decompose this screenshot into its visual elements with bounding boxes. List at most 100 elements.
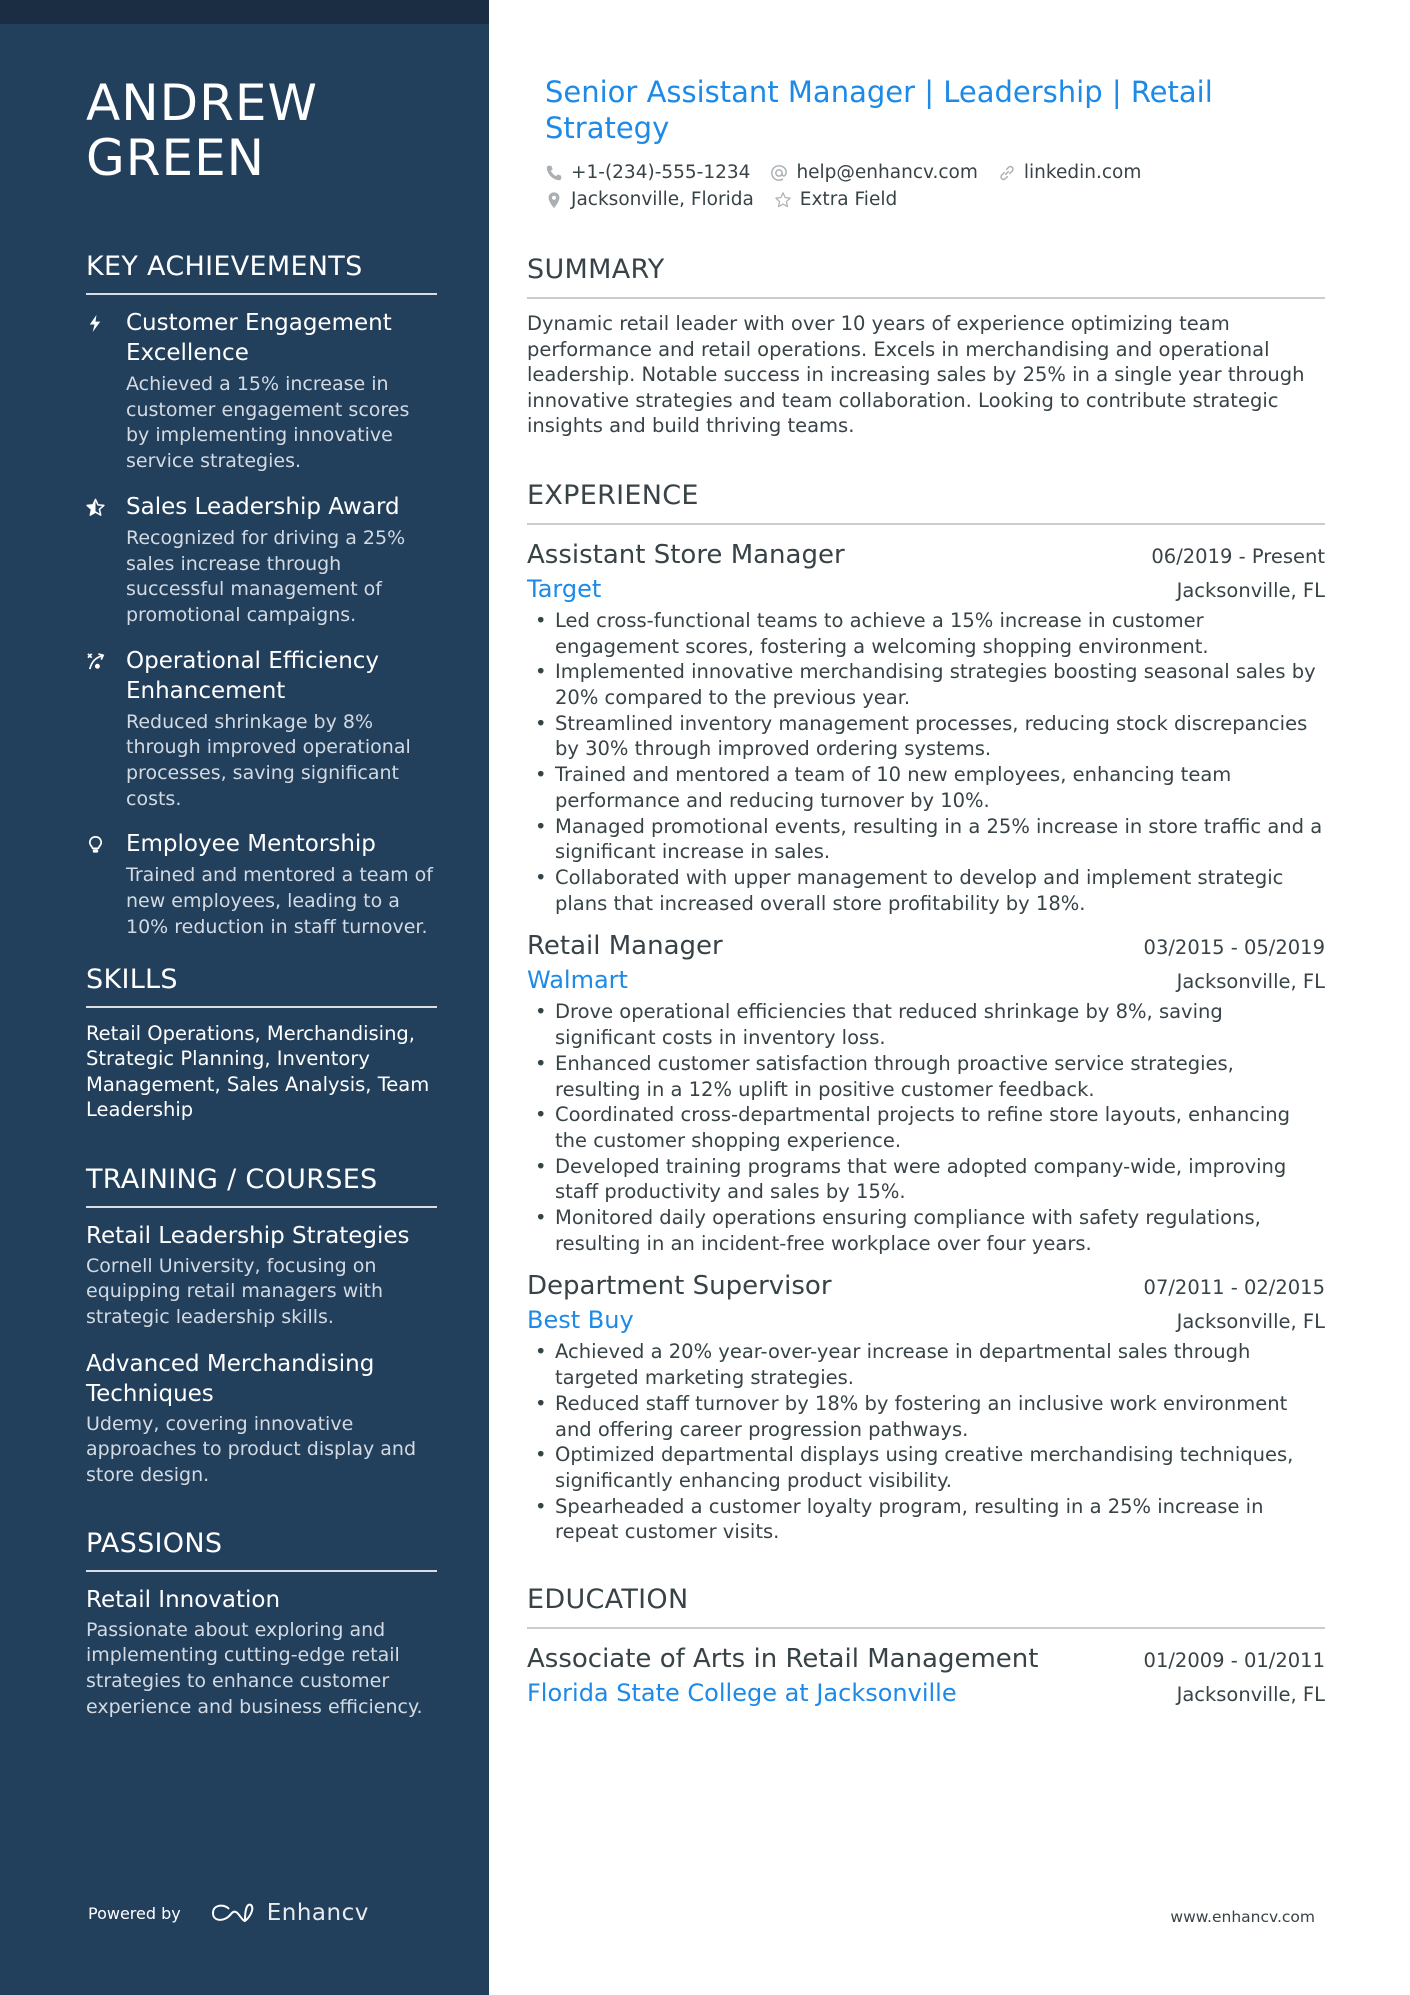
headline: Senior Assistant Manager | Leadership | …	[545, 75, 1213, 145]
star-half-icon	[86, 492, 126, 629]
course-item: Advanced Merchandising Techniques Udemy,…	[86, 1349, 437, 1489]
experience-section: EXPERIENCE Assistant Store Manager 06/20…	[527, 479, 1325, 1545]
achievement-item: Sales Leadership Award Recognized for dr…	[86, 492, 437, 629]
enhancv-logo-icon	[211, 1903, 254, 1923]
job-bullet: Trained and mentored a team of 10 new em…	[527, 762, 1325, 813]
contact-info: +1-(234)-555-1234 help@enhancv.com linke…	[527, 159, 1325, 213]
job-bullet: Reduced staff turnover by 18% by fosteri…	[527, 1391, 1325, 1442]
job-bullet: Enhanced customer satisfaction through p…	[527, 1051, 1325, 1102]
achievement-title: Customer Engagement Excellence	[126, 310, 392, 366]
job-bullet: Led cross-functional teams to achieve a …	[527, 608, 1325, 659]
skills-list: Retail Operations, Merchandising, Strate…	[86, 1021, 430, 1122]
job-bullets: Led cross-functional teams to achieve a …	[527, 608, 1325, 916]
contact-row: Jacksonville, Florida Extra Field	[545, 186, 1325, 213]
passion-title: Retail Innovation	[86, 1586, 281, 1613]
achievement-desc: Trained and mentored a team of new emplo…	[126, 864, 433, 938]
link-icon	[1000, 165, 1014, 180]
job-bullet: Developed training programs that were ad…	[527, 1154, 1325, 1205]
passions-section: PASSIONS Retail Innovation Passionate ab…	[86, 1527, 437, 1721]
job-bullet: Managed promotional events, resulting in…	[527, 814, 1325, 865]
job-entry: Retail Manager 03/2015 - 05/2019 Walmart…	[527, 928, 1325, 1256]
star-icon	[775, 191, 791, 207]
achievement-item: Employee Mentorship Trained and mentored…	[86, 829, 437, 940]
achievement-desc: Recognized for driving a 25% sales incre…	[126, 526, 406, 626]
sidebar: ANDREW GREEN KEY ACHIEVEMENTS Customer E…	[0, 0, 489, 1995]
job-title: Department Supervisor	[527, 1271, 832, 1302]
name-line-2: GREEN	[86, 129, 266, 187]
education-section: EDUCATION Associate of Arts in Retail Ma…	[527, 1583, 1325, 1710]
education-heading: EDUCATION	[527, 1583, 1325, 1630]
location-contact: Jacksonville, Florida	[545, 189, 754, 210]
achievement-item: Customer Engagement Excellence Achieved …	[86, 308, 437, 475]
passion-item: Retail Innovation Passionate about explo…	[86, 1585, 437, 1721]
job-dates: 06/2019 - Present	[1151, 544, 1325, 568]
location-pin-icon	[548, 191, 560, 208]
course-title: Advanced Merchandising Techniques	[86, 1350, 375, 1407]
achievement-title: Operational Efficiency Enhancement	[126, 647, 380, 704]
experience-heading: EXPERIENCE	[527, 479, 1325, 525]
degree: Associate of Arts in Retail Management	[527, 1644, 1039, 1675]
lightning-bolt-icon	[86, 308, 126, 475]
extra-text: Extra Field	[799, 189, 898, 210]
job-location: Jacksonville, FL	[1176, 1310, 1325, 1334]
candidate-name: ANDREW GREEN	[86, 76, 437, 186]
job-bullet: Implemented innovative merchandising str…	[527, 659, 1325, 710]
job-company: Target	[527, 574, 602, 603]
achievement-title: Employee Mentorship	[126, 831, 376, 858]
job-bullet: Optimized departmental displays using cr…	[527, 1442, 1325, 1493]
enhancv-brand: Enhancv	[266, 1900, 369, 1926]
skills-section: SKILLS Retail Operations, Merchandising,…	[86, 963, 437, 1123]
name-line-1: ANDREW	[86, 74, 318, 132]
course-title: Retail Leadership Strategies	[86, 1222, 410, 1249]
passion-desc: Passionate about exploring and implement…	[86, 1618, 423, 1718]
powered-by: Powered by Enhancv	[88, 1900, 369, 1926]
training-heading: TRAINING / COURSES	[86, 1163, 437, 1208]
achievement-desc: Reduced shrinkage by 8% through improved…	[126, 710, 411, 810]
main-content: Senior Assistant Manager | Leadership | …	[527, 74, 1325, 1722]
job-bullet: Monitored daily operations ensuring comp…	[527, 1205, 1325, 1256]
summary-section: SUMMARY Dynamic retail leader with over …	[527, 253, 1325, 439]
job-company: Walmart	[527, 966, 628, 995]
job-bullet: Coordinated cross-departmental projects …	[527, 1102, 1325, 1153]
link-contact[interactable]: linkedin.com	[998, 162, 1141, 183]
job-bullet: Spearheaded a customer loyalty program, …	[527, 1494, 1325, 1545]
job-bullet: Streamlined inventory management process…	[527, 711, 1325, 762]
at-icon	[771, 164, 788, 181]
training-section: TRAINING / COURSES Retail Leadership Str…	[86, 1163, 437, 1489]
job-bullet: Drove operational efficiencies that redu…	[527, 999, 1325, 1050]
extra-contact: Extra Field	[774, 189, 897, 210]
job-company: Best Buy	[527, 1306, 634, 1335]
course-desc: Udemy, covering innovative approaches to…	[86, 1412, 417, 1487]
link-text[interactable]: linkedin.com	[1024, 162, 1141, 183]
course-item: Retail Leadership Strategies Cornell Uni…	[86, 1221, 437, 1331]
powered-by-label: Powered by	[88, 1903, 181, 1923]
contact-row: +1-(234)-555-1234 help@enhancv.com linke…	[545, 159, 1325, 186]
job-title: Retail Manager	[527, 931, 723, 962]
footer-site-link[interactable]: www.enhancv.com	[1170, 1908, 1315, 1926]
job-bullet: Achieved a 20% year-over-year increase i…	[527, 1339, 1325, 1390]
education-location: Jacksonville, FL	[1176, 1683, 1325, 1707]
achievement-desc: Achieved a 15% increase in customer enga…	[126, 373, 410, 473]
email-text[interactable]: help@enhancv.com	[796, 162, 977, 183]
job-title: Assistant Store Manager	[527, 539, 845, 570]
job-bullet: Collaborated with upper management to de…	[527, 865, 1325, 916]
course-desc: Cornell University, focusing on equippin…	[86, 1254, 384, 1328]
summary-text: Dynamic retail leader with over 10 years…	[527, 312, 1305, 438]
sidebar-content: ANDREW GREEN KEY ACHIEVEMENTS Customer E…	[86, 76, 437, 1739]
job-dates: 07/2011 - 02/2015	[1143, 1276, 1325, 1300]
phone-icon	[546, 165, 562, 180]
job-bullets: Achieved a 20% year-over-year increase i…	[527, 1339, 1325, 1545]
job-bullets: Drove operational efficiencies that redu…	[527, 999, 1325, 1256]
email-contact[interactable]: help@enhancv.com	[770, 162, 978, 183]
education-entry: Associate of Arts in Retail Management 0…	[527, 1641, 1325, 1710]
achievement-item: Operational Efficiency Enhancement Reduc…	[86, 646, 437, 813]
achievements-section: KEY ACHIEVEMENTS Customer Engagement Exc…	[86, 250, 437, 941]
phone-text: +1-(234)-555-1234	[571, 162, 751, 183]
school: Florida State College at Jacksonville	[527, 1679, 957, 1708]
phone-contact: +1-(234)-555-1234	[545, 162, 750, 183]
strategy-arrow-icon	[86, 646, 126, 813]
job-entry: Assistant Store Manager 06/2019 - Presen…	[527, 537, 1325, 916]
passions-heading: PASSIONS	[86, 1527, 437, 1572]
skills-heading: SKILLS	[86, 963, 437, 1008]
education-dates: 01/2009 - 01/2011	[1143, 1649, 1325, 1673]
